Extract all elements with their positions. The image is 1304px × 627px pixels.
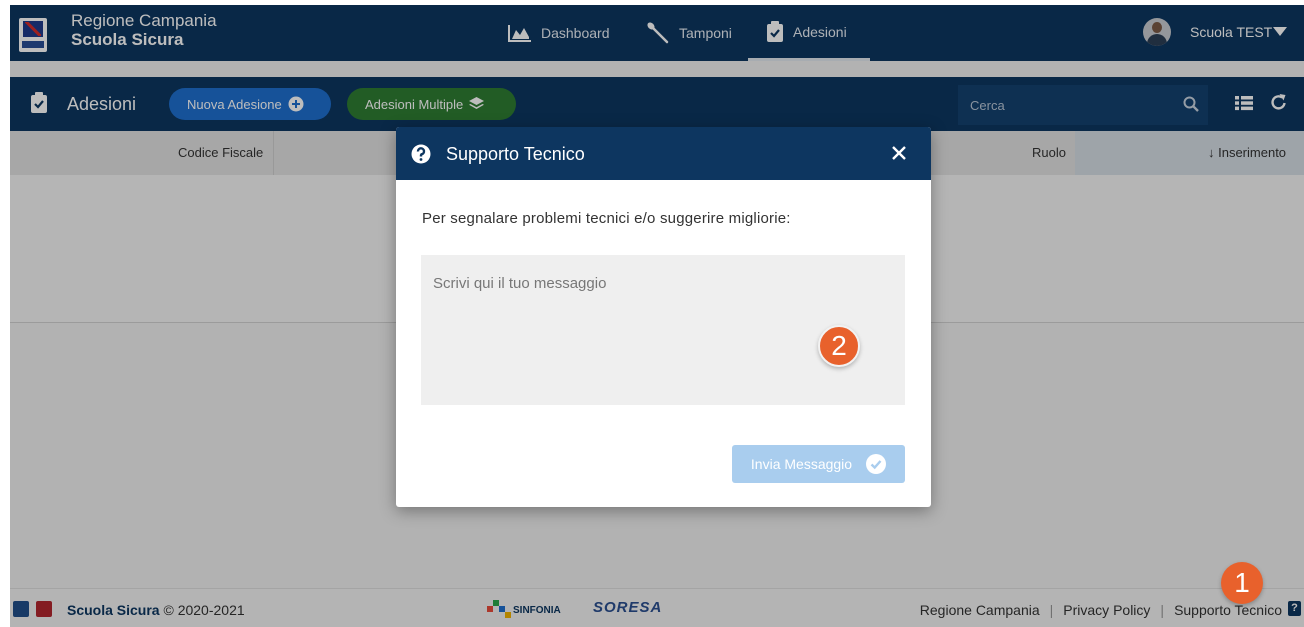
modal-header: Supporto Tecnico [396,127,931,180]
modal-title: Supporto Tecnico [446,144,585,164]
step-badge-2: 2 [818,325,860,367]
send-message-button[interactable]: Invia Messaggio [732,445,905,483]
question-circle-icon [411,144,431,164]
check-circle-icon [866,454,887,474]
modal-instructions: Per segnalare problemi tecnici e/o sugge… [422,210,791,227]
support-modal: Supporto Tecnico Per segnalare problemi … [396,127,931,507]
close-icon[interactable] [891,145,907,161]
send-message-label: Invia Messaggio [750,456,853,472]
app-frame: Regione Campania Scuola Sicura Dashboard… [10,5,1304,627]
step-badge-1: 1 [1221,562,1263,604]
